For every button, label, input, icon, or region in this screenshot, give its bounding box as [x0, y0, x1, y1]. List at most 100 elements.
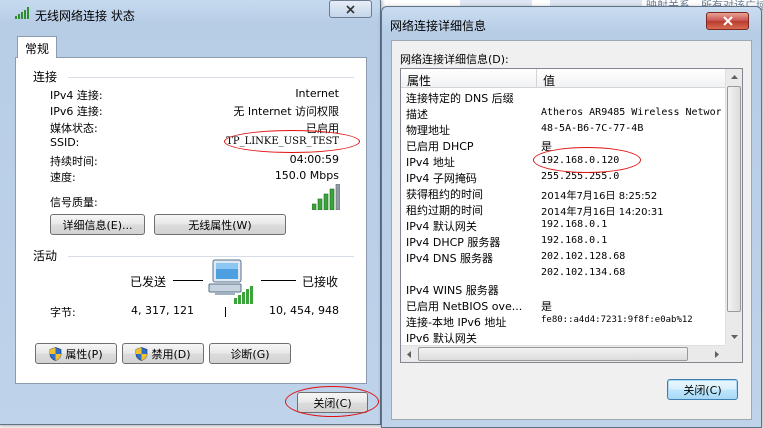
chevron-right-icon [715, 350, 719, 358]
general-panel: 连接 IPv4 连接: Internet IPv6 连接: 无 Internet… [15, 57, 367, 384]
horizontal-scroll-thumb[interactable] [418, 347, 688, 361]
vertical-scrollbar[interactable] [725, 69, 742, 345]
list-item-value: 255.255.255.0 [541, 171, 620, 182]
details-panel: 网络连接详细信息(D): 属性 值 连接特定的 DNS 后缀 描述 Atheros… [391, 40, 752, 420]
tab-general[interactable]: 常规 [17, 36, 57, 58]
ipv4-connection-label: IPv4 连接: [50, 89, 103, 102]
column-header-value[interactable]: 值 [543, 72, 555, 89]
ssid-label: SSID: [50, 136, 80, 149]
list-item-property: 已启用 DHCP [406, 140, 474, 153]
list-item-property: IPv4 DHCP 服务器 [406, 236, 501, 249]
list-item-property: 已启用 NetBIOS ove... [406, 300, 523, 313]
details-window: 网络连接详细信息 网络连接详细信息(D): 属性 值 连接特定的 DNS 后缀 … [381, 6, 762, 428]
list-item[interactable]: IPv4 DHCP 服务器 192.168.0.1 [401, 233, 725, 249]
details-button[interactable]: 详细信息(E)... [50, 214, 145, 235]
diagnose-button[interactable]: 诊断(G) [209, 343, 291, 364]
bytes-label: 字节: [50, 306, 76, 319]
list-item[interactable]: 描述 Atheros AR9485 Wireless Network Adapte… [401, 105, 725, 121]
list-item-property: 连接-本地 IPv6 地址 [406, 316, 507, 329]
sent-label: 已发送 [130, 275, 167, 289]
list-item-property: IPv4 DNS 服务器 [406, 252, 494, 265]
chevron-up-icon [730, 75, 738, 79]
ipv4-connection-value: Internet [295, 87, 339, 100]
list-item[interactable]: 202.102.134.68 [401, 265, 725, 281]
scroll-right-arrow[interactable] [709, 346, 725, 362]
list-item[interactable]: 物理地址 48-5A-B6-7C-77-4B [401, 121, 725, 137]
list-item-property: 租约过期的时间 [406, 204, 483, 217]
list-item-value: 2014年7月16日 14:20:31 [541, 207, 664, 218]
signal-quality-label: 信号质量: [50, 196, 98, 209]
speed-label: 速度: [50, 171, 76, 184]
list-item[interactable]: IPv6 默认网关 [401, 329, 725, 345]
details-list-header: 属性 值 [401, 69, 725, 88]
list-item[interactable]: 连接-本地 IPv6 地址 fe80::a4d4:7231:9f8f:e0ab%1… [401, 313, 725, 329]
received-label: 已接收 [302, 275, 339, 289]
list-item[interactable]: IPv4 默认网关 192.168.0.1 [401, 217, 725, 233]
details-button-label: 详细信息(E)... [62, 218, 133, 232]
column-divider [536, 69, 537, 88]
scroll-up-arrow[interactable] [726, 69, 742, 85]
list-item-property: IPv4 默认网关 [406, 220, 477, 233]
list-item-property: 获得租约的时间 [406, 188, 483, 201]
column-header-property[interactable]: 属性 [407, 72, 431, 89]
close-icon [722, 16, 733, 26]
connection-divider [68, 77, 354, 78]
list-item-property: IPv4 地址 [406, 156, 455, 169]
details-close-button-label: 关闭(C) [683, 383, 722, 397]
vertical-scroll-thumb[interactable] [727, 86, 741, 312]
horizontal-scrollbar[interactable] [401, 345, 725, 362]
list-item-value: Atheros AR9485 Wireless Network Adapter [541, 107, 721, 118]
close-highlight-oval [285, 386, 379, 417]
details-titlebar-close-button[interactable] [706, 12, 749, 30]
properties-button[interactable]: 属性(P) [35, 343, 117, 364]
uac-shield-icon [136, 346, 148, 361]
scroll-corner [725, 345, 742, 362]
disable-button-label: 禁用(D) [151, 347, 191, 361]
list-item[interactable]: IPv4 WINS 服务器 [401, 281, 725, 297]
list-item[interactable]: IPv4 DNS 服务器 202.102.128.68 [401, 249, 725, 265]
details-caption: 网络连接详细信息(D): [400, 53, 509, 66]
status-titlebar-close-button[interactable] [329, 0, 372, 18]
list-item-property: 物理地址 [406, 124, 450, 137]
list-item-value: 192.168.0.1 [541, 219, 608, 230]
diagnose-button-label: 诊断(G) [230, 347, 270, 361]
status-titlebar[interactable]: 无线网络连接 状态 [0, 0, 380, 25]
list-item-property: 描述 [406, 108, 428, 121]
wifi-signal-icon [15, 7, 29, 22]
sent-line [173, 280, 203, 281]
close-icon [346, 4, 355, 14]
speed-value: 150.0 Mbps [274, 169, 339, 182]
activity-heading: 活动 [33, 249, 58, 263]
chevron-left-icon [407, 350, 411, 358]
scroll-down-arrow[interactable] [726, 329, 742, 345]
status-window: 无线网络连接 状态 常规 连接 IPv4 连接: Internet IPv6 连… [0, 0, 381, 425]
wireless-properties-button[interactable]: 无线属性(W) [154, 214, 286, 235]
list-item-property: IPv6 默认网关 [406, 332, 477, 345]
network-computer-icon [205, 258, 253, 309]
status-window-title: 无线网络连接 状态 [35, 9, 135, 23]
ipv6-connection-value: 无 Internet 访问权限 [233, 105, 339, 118]
ipv6-connection-label: IPv6 连接: [50, 105, 103, 118]
activity-divider [68, 256, 354, 257]
signal-strength-icon [311, 183, 341, 213]
details-titlebar[interactable]: 网络连接详细信息 [382, 7, 761, 35]
details-close-button[interactable]: 关闭(C) [667, 379, 738, 400]
list-item-value: 202.102.128.68 [541, 251, 626, 262]
list-item-value: 是 [541, 300, 552, 313]
duration-value: 04:00:59 [289, 153, 339, 166]
ipv4-address-highlight-oval [533, 147, 641, 173]
list-item-property: 连接特定的 DNS 后缀 [406, 92, 514, 105]
list-item[interactable]: 获得租约的时间 2014年7月16日 8:25:52 [401, 185, 725, 202]
scroll-left-arrow[interactable] [401, 346, 417, 362]
details-list[interactable]: 属性 值 连接特定的 DNS 后缀 描述 Atheros AR9485 Wirel… [400, 68, 743, 363]
list-item[interactable]: 连接特定的 DNS 后缀 [401, 89, 725, 105]
list-item-value: 192.168.0.1 [541, 235, 608, 246]
list-item[interactable]: 租约过期的时间 2014年7月16日 14:20:31 [401, 201, 725, 218]
list-item-value: 2014年7月16日 8:25:52 [541, 191, 658, 202]
disable-button[interactable]: 禁用(D) [122, 343, 204, 364]
duration-label: 持续时间: [50, 155, 98, 168]
list-item[interactable]: 已启用 NetBIOS ove... 是 [401, 297, 725, 313]
media-state-label: 媒体状态: [50, 122, 98, 135]
list-item-value: 202.102.134.68 [541, 267, 626, 278]
received-line [261, 280, 296, 281]
